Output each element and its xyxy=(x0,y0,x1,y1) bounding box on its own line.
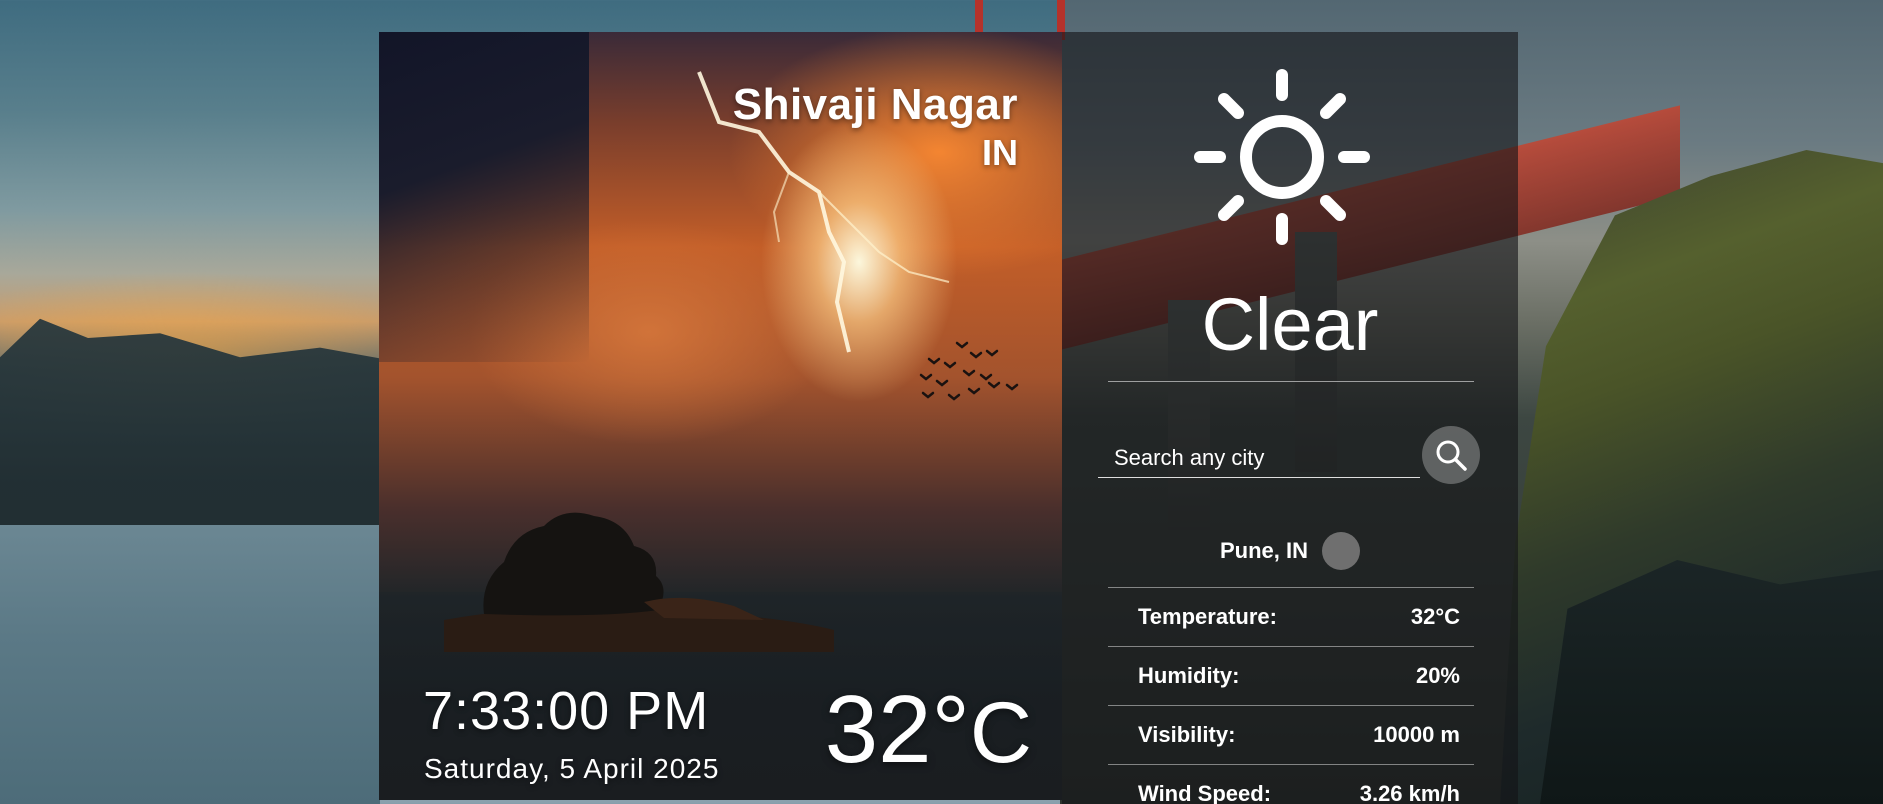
weather-photo-card: Shivaji Nagar IN 7:33:00 PM Saturday, 5 … xyxy=(379,32,1062,800)
country-code: IN xyxy=(982,132,1018,173)
bird-flock xyxy=(919,341,1019,401)
stat-label: Temperature: xyxy=(1138,604,1277,629)
stat-label: Wind Speed: xyxy=(1138,781,1272,804)
tree-island xyxy=(444,512,834,652)
city-search xyxy=(1098,402,1480,488)
storm-cloud xyxy=(379,32,589,362)
background-hills xyxy=(0,318,400,530)
sun-icon xyxy=(1194,69,1370,245)
stat-label: Visibility: xyxy=(1138,722,1236,747)
current-time: 7:33:00 PM xyxy=(423,681,710,741)
stat-row-humidity: Humidity: 20% xyxy=(1108,646,1474,705)
city-name: Shivaji Nagar xyxy=(732,80,1018,129)
search-icon xyxy=(1436,440,1467,471)
weather-condition: Clear xyxy=(1201,283,1379,366)
result-location-label: Pune, IN xyxy=(1219,538,1308,563)
stat-value: 3.26 km/h xyxy=(1359,781,1460,804)
stat-label: Humidity: xyxy=(1138,663,1240,688)
temperature-unit: C xyxy=(969,685,1032,781)
stat-row-visibility: Visibility: 10000 m xyxy=(1108,705,1474,764)
weather-info-panel: Clear Pune, IN Temperature: 32°C Humidit… xyxy=(1062,32,1518,804)
weather-stats: Temperature: 32°C Humidity: 20% Visibili… xyxy=(1108,587,1474,804)
location-indicator xyxy=(1322,532,1360,570)
stat-row-wind-speed: Wind Speed: 3.26 km/h xyxy=(1108,764,1474,804)
background-water xyxy=(0,525,380,804)
current-temperature: 32°C xyxy=(825,682,1032,778)
search-result-location: Pune, IN xyxy=(1062,532,1518,570)
stat-value: 32°C xyxy=(1410,604,1460,629)
divider xyxy=(1108,381,1474,382)
search-input[interactable] xyxy=(1098,438,1420,478)
stat-value: 10000 m xyxy=(1373,722,1460,747)
stat-row-temperature: Temperature: 32°C xyxy=(1108,587,1474,646)
search-button[interactable] xyxy=(1422,426,1480,484)
stat-value: 20% xyxy=(1415,663,1460,688)
temperature-value: 32° xyxy=(824,676,970,783)
current-date: Saturday, 5 April 2025 xyxy=(424,753,720,784)
